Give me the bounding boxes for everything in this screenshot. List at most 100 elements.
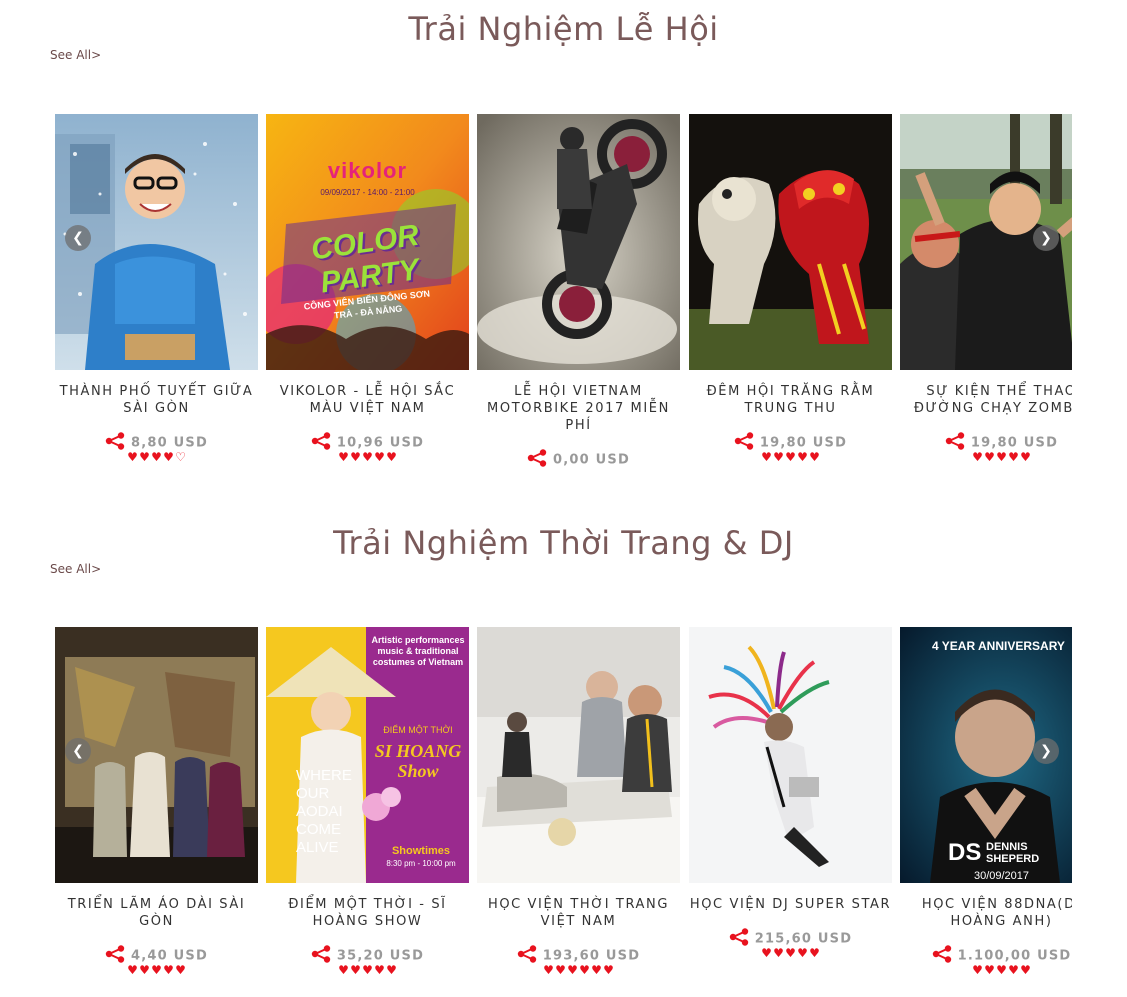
carousel: TRIỂN LÃM ÁO DÀI SÀI GÒN 4,40 USD ♥♥♥♥♥ [55, 627, 1072, 997]
product-name[interactable]: HỌC VIỆN 88DNA(DJ HOÀNG ANH) [900, 896, 1072, 930]
product-image[interactable] [689, 627, 892, 883]
price: 19,80 USD [970, 435, 1059, 451]
see-all-link[interactable]: See All> [50, 48, 101, 62]
product-image[interactable] [477, 627, 680, 883]
price: 4,40 USD [131, 948, 208, 964]
heart-icon: ♥ [797, 946, 808, 960]
heart-icon: ♥ [350, 963, 361, 977]
heart-icon: ♥ [996, 963, 1007, 977]
heart-icon: ♥ [567, 963, 578, 977]
heart-icon: ♥ [809, 450, 820, 464]
rating-hearts: ♥♥♥♥♥ [55, 963, 258, 977]
heart-icon: ♥ [603, 963, 614, 977]
heart-icon: ♥ [984, 963, 995, 977]
product-name[interactable]: HỌC VIỆN DJ SUPER STAR [689, 896, 892, 913]
rating-hearts: ♥♥♥♥♥♥ [477, 963, 680, 977]
rating-hearts: ♥♥♥♥♥ [266, 450, 469, 464]
heart-icon: ♥ [127, 963, 138, 977]
product-image[interactable]: Artistic performances music & traditiona… [266, 627, 469, 883]
price: 8,80 USD [131, 435, 208, 451]
price: 0,00 USD [553, 452, 630, 468]
product-name[interactable]: LỄ HỘI VIETNAM MOTORBIKE 2017 MIỄN PHÍ [477, 383, 680, 434]
heart-icon: ♥ [386, 963, 397, 977]
product-card[interactable]: LỄ HỘI VIETNAM MOTORBIKE 2017 MIỄN PHÍ 0… [477, 114, 680, 484]
heart-icon: ♥ [151, 450, 162, 464]
product-card[interactable]: vikolor 09/09/2017 - 14:00 - 21:00 COLOR… [266, 114, 469, 484]
price-row: 0,00 USD [477, 449, 680, 471]
product-card[interactable]: Artistic performances music & traditiona… [266, 627, 469, 997]
chevron-right-icon[interactable]: ❯ [1033, 225, 1059, 251]
heart-icon: ♥ [139, 450, 150, 464]
product-name[interactable]: TRIỂN LÃM ÁO DÀI SÀI GÒN [55, 896, 258, 930]
heart-icon: ♥ [579, 963, 590, 977]
product-card[interactable]: TRIỂN LÃM ÁO DÀI SÀI GÒN 4,40 USD ♥♥♥♥♥ [55, 627, 258, 997]
poster-brand: vikolor [327, 158, 408, 183]
product-card[interactable]: 4 YEAR ANNIVERSARY DS DENNIS SHEPERD 30/… [900, 627, 1072, 997]
product-image[interactable] [477, 114, 680, 370]
price: 19,80 USD [759, 435, 848, 451]
heart-icon: ♥ [362, 963, 373, 977]
price: 35,20 USD [336, 948, 425, 964]
heart-icon: ♥ [1008, 963, 1019, 977]
heart-icon: ♥ [996, 450, 1007, 464]
heart-icon: ♥ [338, 450, 349, 464]
carousel: THÀNH PHỐ TUYẾT GIỮA SÀI GÒN 8,80 USD ♥♥… [55, 114, 1072, 484]
see-all-link[interactable]: See All> [50, 562, 101, 576]
price: 10,96 USD [336, 435, 425, 451]
heart-icon: ♥ [761, 450, 772, 464]
chevron-left-icon[interactable]: ❮ [65, 225, 91, 251]
heart-icon: ♥ [163, 450, 174, 464]
poster-hours: 8:30 pm - 10:00 pm [386, 859, 456, 868]
share-icon[interactable] [527, 449, 547, 471]
product-card[interactable]: SỰ KIỆN THỂ THAO ĐƯỜNG CHẠY ZOMBIE 19,80… [900, 114, 1072, 484]
chevron-left-icon[interactable]: ❮ [65, 738, 91, 764]
rating-hearts: ♥♥♥♥♡ [55, 450, 258, 464]
rating-hearts: ♥♥♥♥♥ [689, 946, 892, 960]
heart-icon: ♥ [374, 963, 385, 977]
heart-icon: ♥ [773, 946, 784, 960]
chevron-right-icon[interactable]: ❯ [1033, 738, 1059, 764]
product-name[interactable]: VIKOLOR - LỄ HỘI SẮC MÀU VIỆT NAM [266, 383, 469, 417]
poster-top: Artistic performances music & traditiona… [371, 635, 465, 667]
poster-name: SI HOANG Show [374, 741, 462, 781]
product-card[interactable]: HỌC VIỆN DJ SUPER STAR 215,60 USD ♥♥♥♥♥ [689, 627, 892, 997]
product-name[interactable]: SỰ KIỆN THỂ THAO ĐƯỜNG CHẠY ZOMBIE [900, 383, 1072, 417]
product-name[interactable]: THÀNH PHỐ TUYẾT GIỮA SÀI GÒN [55, 383, 258, 417]
heart-icon: ♥ [127, 450, 138, 464]
heart-icon: ♥ [350, 450, 361, 464]
poster-dj-date: 30/09/2017 [973, 870, 1030, 882]
heart-outline-icon: ♡ [175, 450, 186, 464]
product-name[interactable]: ĐÊM HỘI TRĂNG RẰM TRUNG THU [689, 383, 892, 417]
section-title: Trải Nghiệm Thời Trang & DJ [333, 524, 794, 562]
section-title: Trải Nghiệm Lễ Hội [408, 10, 719, 48]
heart-icon: ♥ [555, 963, 566, 977]
rating-hearts: ♥♥♥♥♥ [900, 450, 1072, 464]
poster-date: 09/09/2017 - 14:00 - 21:00 [320, 188, 415, 197]
poster-dj-name: DENNIS SHEPERD [986, 841, 1040, 865]
rating-hearts: ♥♥♥♥♥ [266, 963, 469, 977]
heart-icon: ♥ [785, 450, 796, 464]
heart-icon: ♥ [163, 963, 174, 977]
heart-icon: ♥ [139, 963, 150, 977]
heart-icon: ♥ [362, 450, 373, 464]
heart-icon: ♥ [773, 450, 784, 464]
heart-icon: ♥ [1020, 450, 1031, 464]
heart-icon: ♥ [151, 963, 162, 977]
product-card[interactable]: ĐÊM HỘI TRĂNG RẰM TRUNG THU 19,80 USD ♥♥… [689, 114, 892, 484]
product-name[interactable]: HỌC VIỆN THỜI TRANG VIỆT NAM [477, 896, 680, 930]
heart-icon: ♥ [374, 450, 385, 464]
rating-hearts: ♥♥♥♥♥ [689, 450, 892, 464]
price: 215,60 USD [754, 931, 853, 947]
product-card[interactable]: THÀNH PHỐ TUYẾT GIỮA SÀI GÒN 8,80 USD ♥♥… [55, 114, 258, 484]
heart-icon: ♥ [1020, 963, 1031, 977]
heart-icon: ♥ [785, 946, 796, 960]
product-name[interactable]: ĐIỂM MỘT THỜI - SĨ HOÀNG SHOW [266, 896, 469, 930]
product-image[interactable]: vikolor 09/09/2017 - 14:00 - 21:00 COLOR… [266, 114, 469, 370]
price: 193,60 USD [542, 948, 641, 964]
heart-icon: ♥ [175, 963, 186, 977]
poster-showtimes: Showtimes [391, 845, 451, 857]
heart-icon: ♥ [543, 963, 554, 977]
rating-hearts: ♥♥♥♥♥ [900, 963, 1072, 977]
product-card[interactable]: HỌC VIỆN THỜI TRANG VIỆT NAM 193,60 USD … [477, 627, 680, 997]
product-image[interactable] [689, 114, 892, 370]
